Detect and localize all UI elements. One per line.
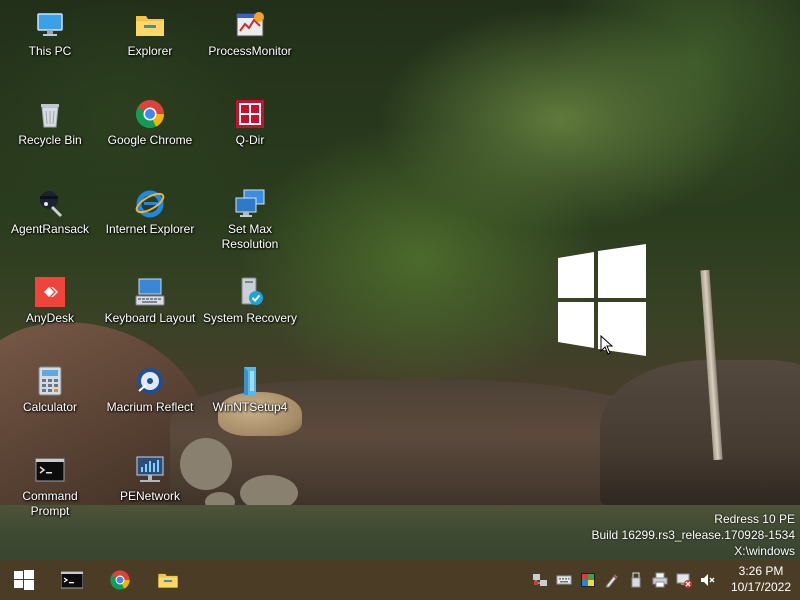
volume-muted-icon[interactable] bbox=[696, 560, 720, 600]
network-disconnected-icon[interactable] bbox=[672, 560, 696, 600]
start-icon bbox=[13, 569, 35, 591]
computer-icon bbox=[34, 9, 66, 41]
pen-icon[interactable] bbox=[600, 560, 624, 600]
desktop-icon-label: AnyDesk bbox=[25, 311, 75, 325]
desktop-icon-recycle-bin[interactable]: Recycle Bin bbox=[0, 98, 100, 148]
keyboard-layout-icon bbox=[134, 276, 166, 308]
desktop-icon-keyboard-layout[interactable]: Keyboard Layout bbox=[100, 276, 200, 326]
watermark-windows-path: X:\windows bbox=[734, 544, 795, 558]
taskbar-clock[interactable]: 3:26 PM 10/17/2022 bbox=[726, 563, 796, 595]
taskbar: 3:26 PM 10/17/2022 bbox=[0, 560, 800, 600]
penetwork-icon bbox=[134, 454, 166, 486]
clock-time: 3:26 PM bbox=[738, 564, 784, 578]
wallpaper-rock bbox=[600, 360, 800, 510]
recycle-bin-icon bbox=[34, 98, 66, 130]
desktop-icon-penetwork[interactable]: PENetwork bbox=[100, 454, 200, 504]
desktop-icon-macrium-reflect[interactable]: Macrium Reflect bbox=[100, 365, 200, 415]
desktop-icon-command-prompt[interactable]: Command Prompt bbox=[0, 454, 100, 519]
desktop-icon-set-max-resolution[interactable]: Set Max Resolution bbox=[200, 187, 300, 252]
display-settings-icon bbox=[234, 187, 266, 219]
desktop-icon-winntsetup4[interactable]: WinNTSetup4 bbox=[200, 365, 300, 415]
watermark-edition: Redress 10 PE bbox=[714, 512, 795, 526]
desktop-icon-label: Macrium Reflect bbox=[106, 400, 194, 414]
command-prompt-icon bbox=[34, 454, 66, 486]
keyboard-icon[interactable] bbox=[552, 560, 576, 600]
desktop-icon-label: Google Chrome bbox=[107, 133, 193, 147]
winntsetup-icon bbox=[234, 365, 266, 397]
printer-icon[interactable] bbox=[648, 560, 672, 600]
desktop-icon-label: Calculator bbox=[22, 400, 78, 414]
os-build-watermark: Redress 10 PE Build 16299.rs3_release.17… bbox=[592, 511, 796, 559]
desktop-icon-label: Explorer bbox=[127, 44, 173, 58]
desktop-icon-label: AgentRansack bbox=[10, 222, 90, 236]
desktop-icon-label: ProcessMonitor bbox=[208, 44, 292, 58]
q-dir-icon bbox=[234, 98, 266, 130]
desktop-icon-agentransack[interactable]: AgentRansack bbox=[0, 187, 100, 237]
display-color-icon[interactable] bbox=[576, 560, 600, 600]
chrome-icon bbox=[134, 98, 166, 130]
chrome-icon bbox=[109, 569, 131, 591]
desktop-icon-anydesk[interactable]: AnyDesk bbox=[0, 276, 100, 326]
desktop-icon-explorer[interactable]: Explorer bbox=[100, 9, 200, 59]
desktop-icon-calculator[interactable]: Calculator bbox=[0, 365, 100, 415]
agentransack-icon bbox=[34, 187, 66, 219]
desktop-icon-label: System Recovery bbox=[202, 311, 298, 325]
taskbar-command-prompt-button[interactable] bbox=[48, 560, 96, 600]
desktop-icon-label: Q-Dir bbox=[235, 133, 265, 147]
desktop-icon-label: Internet Explorer bbox=[105, 222, 195, 236]
system-recovery-icon bbox=[234, 276, 266, 308]
network-icon[interactable] bbox=[528, 560, 552, 600]
desktop-icon-google-chrome[interactable]: Google Chrome bbox=[100, 98, 200, 148]
start-button[interactable] bbox=[0, 560, 48, 600]
desktop-icon-label: PENetwork bbox=[119, 489, 181, 503]
desktop-icon-label: Command Prompt bbox=[22, 489, 78, 518]
macrium-reflect-icon bbox=[134, 365, 166, 397]
desktop-icon-q-dir[interactable]: Q-Dir bbox=[200, 98, 300, 148]
mouse-cursor-icon bbox=[600, 334, 614, 355]
clock-date: 10/17/2022 bbox=[730, 580, 792, 594]
desktop-icon-processmonitor[interactable]: ProcessMonitor bbox=[200, 9, 300, 59]
usb-icon[interactable] bbox=[624, 560, 648, 600]
taskbar-explorer-button[interactable] bbox=[144, 560, 192, 600]
watermark-build: Build 16299.rs3_release.170928-1534 bbox=[591, 528, 796, 542]
desktop-icon-label: Keyboard Layout bbox=[104, 311, 196, 325]
desktop-icon-internet-explorer[interactable]: Internet Explorer bbox=[100, 187, 200, 237]
folder-icon bbox=[134, 9, 166, 41]
desktop-icon-label: Set Max Resolution bbox=[221, 222, 279, 251]
desktop-icon-system-recovery[interactable]: System Recovery bbox=[200, 276, 300, 326]
desktop-icon-this-pc[interactable]: This PC bbox=[0, 9, 100, 59]
desktop-icon-label: Recycle Bin bbox=[18, 133, 82, 147]
anydesk-icon bbox=[34, 276, 66, 308]
process-monitor-icon bbox=[234, 9, 266, 41]
desktop-icon-label: This PC bbox=[28, 44, 72, 58]
desktop-icon-label: WinNTSetup4 bbox=[212, 400, 288, 414]
calculator-icon bbox=[34, 365, 66, 397]
taskbar-chrome-button[interactable] bbox=[96, 560, 144, 600]
system-tray bbox=[528, 560, 720, 600]
command-prompt-icon bbox=[61, 569, 83, 591]
internet-explorer-icon bbox=[134, 187, 166, 219]
explorer-icon bbox=[157, 569, 179, 591]
